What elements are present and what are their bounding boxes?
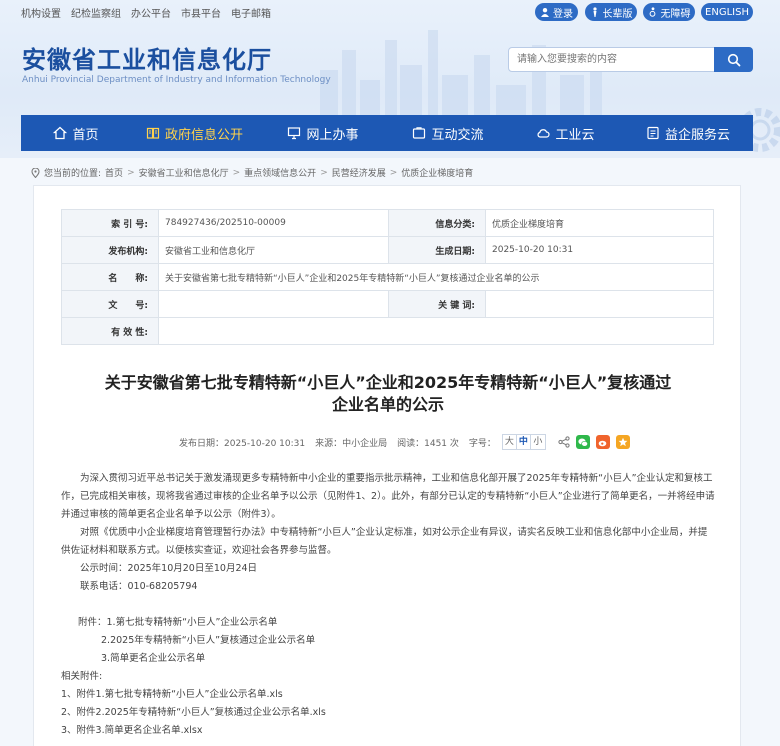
elder-mode-button[interactable]: 长辈版 <box>585 3 637 21</box>
meta-index-value: 784927436/202510-00009 <box>158 209 389 237</box>
breadcrumb-separator: > <box>127 167 135 178</box>
meta-label: 关 键 词: <box>388 290 486 318</box>
login-button[interactable]: 登录 <box>535 3 578 21</box>
breadcrumb-prefix: 您当前的位置: <box>44 169 102 179</box>
weibo-share-icon[interactable] <box>595 435 610 449</box>
breadcrumb-department[interactable]: 安徽省工业和信息化厅 <box>139 166 229 179</box>
breadcrumb-current[interactable]: 优质企业梯度培育 <box>401 166 473 179</box>
meta-label: 名 称: <box>61 263 159 291</box>
article-title: 关于安徽省第七批专精特新“小巨人”企业和2025年专精特新“小巨人”复核通过 企… <box>34 372 742 416</box>
accessible-button[interactable]: 无障碍 <box>643 3 695 21</box>
attachment-list-item: 附件：1.第七批专精特新“小巨人”企业公示名单 <box>78 617 278 628</box>
location-pin-icon <box>31 167 40 178</box>
site-title[interactable]: 安徽省工业和信息化厅 <box>22 40 272 75</box>
search-input[interactable] <box>509 48 715 71</box>
meta-keywords-value <box>485 290 714 318</box>
meta-label: 有 效 性: <box>61 317 159 345</box>
top-link-office[interactable]: 办公平台 <box>131 5 171 20</box>
site-subtitle: Anhui Provincial Department of Industry … <box>22 75 331 85</box>
meta-label: 文 号: <box>61 290 159 318</box>
meta-validity-value <box>158 317 714 345</box>
attachment-list-item: 3.简单更名企业公示名单 <box>101 653 206 664</box>
user-icon <box>541 8 549 17</box>
qzone-share-icon[interactable] <box>615 435 630 449</box>
font-size-small[interactable]: 小 <box>531 435 545 449</box>
top-bar: 机构设置 纪检监察组 办公平台 市县平台 电子邮箱 登录 长辈版 无障碍 ENG… <box>0 0 780 24</box>
view-count: 阅读：1451 次 <box>397 438 459 449</box>
nav-home[interactable]: 首页 <box>21 115 131 151</box>
meta-label: 生成日期: <box>388 236 486 264</box>
nav-online-service[interactable]: 网上办事 <box>258 115 388 151</box>
meta-table: 索 引 号: 784927436/202510-00009 信息分类: 优质企业… <box>61 209 714 345</box>
attachment-file-link[interactable]: 1、附件1.第七批专精特新“小巨人”企业公示名单.xls <box>61 686 716 704</box>
article-title-line: 企业名单的公示 <box>331 395 444 414</box>
attachment-file-link[interactable]: 2、附件2.2025年专精特新“小巨人”复核通过企业公示名单.xls <box>61 704 716 722</box>
breadcrumb-home[interactable]: 首页 <box>105 166 123 179</box>
font-size-label: 字号： <box>468 438 496 449</box>
top-link-email[interactable]: 电子邮箱 <box>231 5 271 20</box>
meta-category-value: 优质企业梯度培育 <box>485 209 714 237</box>
meta-label: 索 引 号: <box>61 209 159 237</box>
monitor-icon <box>288 127 301 140</box>
book-icon <box>146 127 160 139</box>
home-icon <box>53 126 68 140</box>
breadcrumb-separator: > <box>320 167 328 178</box>
wechat-share-icon[interactable] <box>575 435 590 449</box>
notice-period: 公示时间：2025年10月20日至10月24日 <box>80 563 258 574</box>
main-nav: 首页 政府信息公开 网上办事 互动交流 工业云 益企服务云 <box>21 115 753 151</box>
breadcrumb-separator: > <box>389 167 398 178</box>
meta-label: 信息分类: <box>388 209 486 237</box>
city-skyline-image <box>320 30 602 130</box>
top-link-org[interactable]: 机构设置 <box>21 5 61 20</box>
font-size-switcher: 大 中 小 <box>501 434 546 450</box>
related-attachments-heading: 相关附件: <box>61 671 103 682</box>
top-link-discipline[interactable]: 纪检监察组 <box>71 5 121 20</box>
article-paragraph: 为深入贯彻习近平总书记关于激发涌现更多专精特新中小企业的重要指示批示精神，工业和… <box>61 473 715 520</box>
font-size-large[interactable]: 大 <box>503 435 517 449</box>
attachment-file-link[interactable]: 3、附件3.简单更名企业名单.xlsx <box>61 722 716 740</box>
top-links: 机构设置 纪检监察组 办公平台 市县平台 电子邮箱 <box>21 5 271 20</box>
article-paragraph: 对照《优质中小企业梯度培育管理暂行办法》中专精特新“小巨人”企业认定标准，如对公… <box>61 527 708 556</box>
share-bar <box>558 435 630 449</box>
breadcrumb-separator: > <box>232 167 241 178</box>
meta-docno-value <box>158 290 389 318</box>
nav-enterprise-service[interactable]: 益企服务云 <box>623 115 753 151</box>
font-size-medium[interactable]: 中 <box>517 435 531 449</box>
english-button[interactable]: ENGLISH <box>701 3 753 21</box>
cloud-icon <box>538 129 551 138</box>
meta-org-value: 安徽省工业和信息化厅 <box>158 236 389 264</box>
article-title-line: 关于安徽省第七批专精特新“小巨人”企业和2025年专精特新“小巨人”复核通过 <box>104 373 672 392</box>
meta-label: 发布机构: <box>61 236 159 264</box>
publish-date: 发布日期：2025-10-20 10:31 <box>179 438 306 449</box>
search-icon <box>727 53 740 66</box>
elder-icon <box>592 7 597 17</box>
breadcrumb-private-economy[interactable]: 民营经济发展 <box>332 166 386 179</box>
service-icon <box>647 126 659 140</box>
accessibility-icon <box>649 7 655 17</box>
article-container: 索 引 号: 784927436/202510-00009 信息分类: 优质企业… <box>33 185 741 746</box>
meta-name-value: 关于安徽省第七批专精特新“小巨人”企业和2025年专精特新“小巨人”复核通过企业… <box>158 263 714 291</box>
nav-gov-info[interactable]: 政府信息公开 <box>131 115 258 151</box>
contact-phone: 联系电话：010-68205794 <box>80 581 198 592</box>
meta-date-value: 2025-10-20 10:31 <box>485 236 714 264</box>
article-body: 为深入贯彻习近平总书记关于激发涌现更多专精特新中小企业的重要指示批示精神，工业和… <box>61 470 716 740</box>
attachment-list-item: 2.2025年专精特新“小巨人”复核通过企业公示名单 <box>101 635 316 646</box>
search-box <box>508 47 753 72</box>
chat-icon <box>413 127 426 139</box>
top-link-county[interactable]: 市县平台 <box>181 5 221 20</box>
breadcrumb-key-areas[interactable]: 重点领域信息公开 <box>244 166 316 179</box>
search-button[interactable] <box>714 47 753 72</box>
share-icon[interactable] <box>558 436 570 448</box>
article-source: 来源：中小企业局 <box>315 438 388 449</box>
nav-interaction[interactable]: 互动交流 <box>388 115 508 151</box>
article-info-bar: 发布日期：2025-10-20 10:31 来源：中小企业局 阅读：1451 次… <box>179 433 630 451</box>
nav-industry-cloud[interactable]: 工业云 <box>508 115 623 151</box>
breadcrumb: 您当前的位置: 首页 > 安徽省工业和信息化厅 > 重点领域信息公开 > 民营经… <box>31 166 473 179</box>
